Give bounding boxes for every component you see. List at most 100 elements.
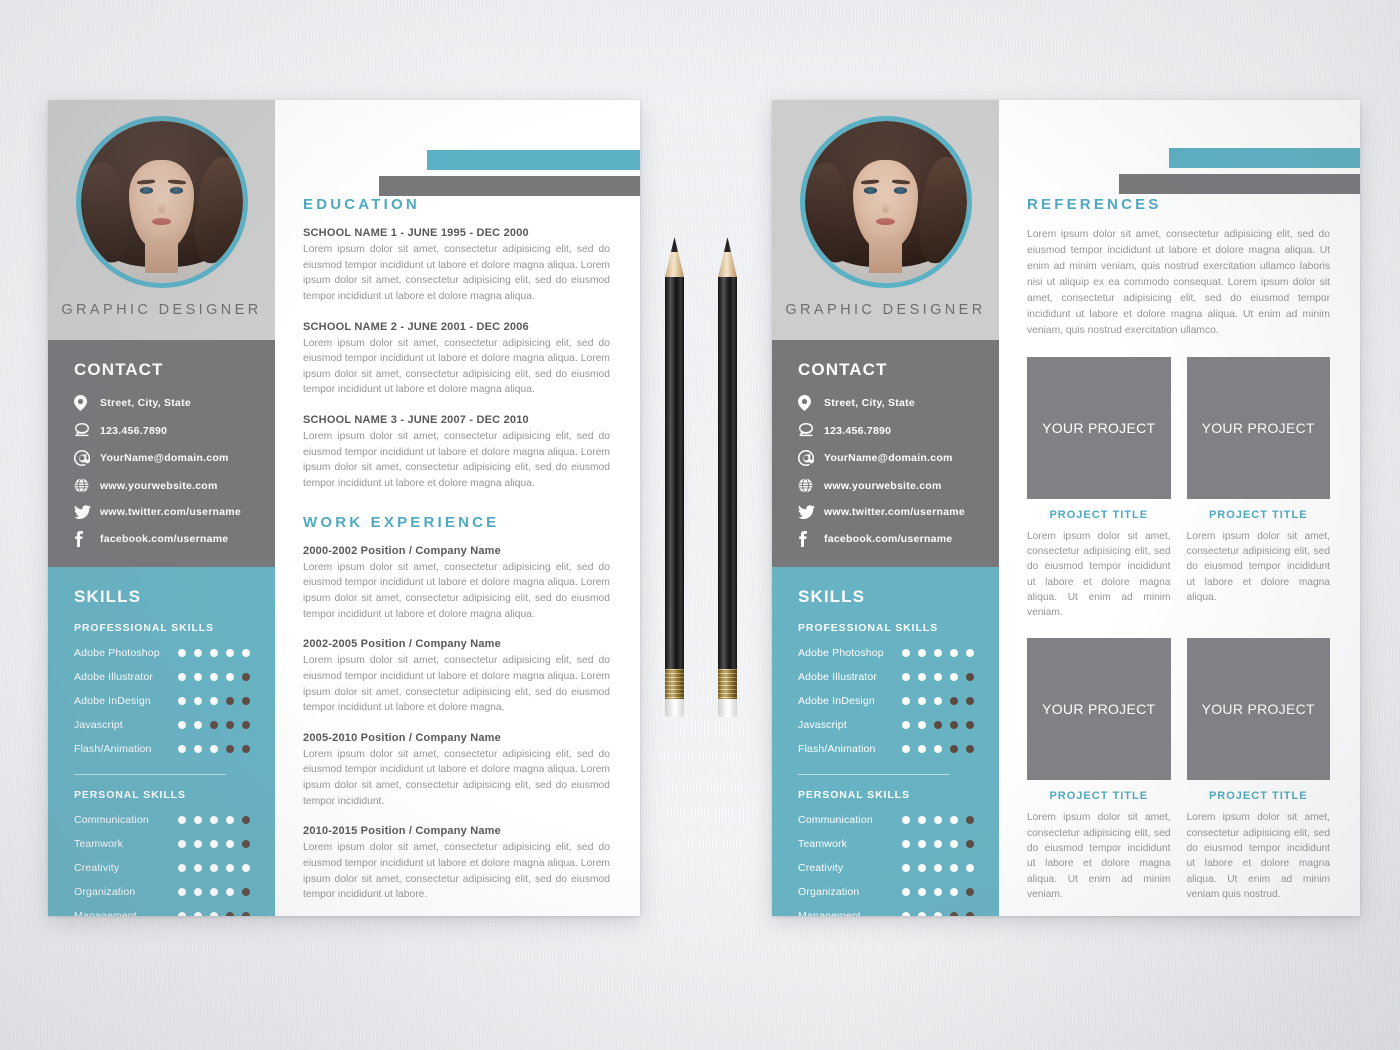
phone-icon	[74, 423, 100, 438]
rating-dot-filled	[194, 816, 202, 824]
contact-row[interactable]: www.yourwebsite.com	[74, 478, 275, 493]
skill-row: Teamwork	[74, 837, 275, 851]
contact-row[interactable]: 123.456.7890	[798, 423, 999, 438]
rating-dot-empty	[950, 721, 958, 729]
rating-dot-filled	[210, 888, 218, 896]
rating-dot-empty	[210, 721, 218, 729]
role-title-back: GRAPHIC DESIGNER	[785, 302, 986, 318]
skill-row: Management	[74, 909, 275, 916]
rating-dot-filled	[934, 816, 942, 824]
rating-dot-filled	[966, 649, 974, 657]
contact-row[interactable]: www.twitter.com/username	[798, 505, 999, 519]
resume-entry: SCHOOL NAME 1 - JUNE 1995 - DEC 2000 Lore…	[303, 227, 610, 305]
contact-value: YourName@domain.com	[824, 452, 953, 464]
personal-skills-label-back: PERSONAL SKILLS	[798, 789, 910, 801]
entry-body: Lorem ipsum dolor sit amet, consectetur …	[303, 337, 610, 396]
contact-row[interactable]: YourName@domain.com	[798, 450, 999, 466]
rating-dot-filled	[918, 888, 926, 896]
rating-dot-empty	[950, 912, 958, 916]
rating-dot-filled	[242, 864, 250, 872]
skill-name: Organization	[74, 886, 136, 898]
rating-dot-filled	[918, 649, 926, 657]
entry-title: SCHOOL NAME 2 - JUNE 2001 - DEC 2006	[303, 320, 529, 333]
skill-row: Adobe Illustrator	[798, 670, 999, 684]
photo-panel: GRAPHIC DESIGNER	[48, 100, 275, 340]
skills-block-back: SKILLS PROFESSIONAL SKILLS Adobe Photosh…	[772, 567, 999, 916]
rating-dot-filled	[902, 864, 910, 872]
project-title: PROJECT TITLE	[1208, 508, 1308, 521]
accent-bar-teal-back	[1169, 148, 1360, 168]
skill-row: Adobe Illustrator	[74, 670, 275, 684]
contact-block: CONTACT Street, City, State 123.456.7890 Y…	[48, 340, 275, 567]
project-thumbnail: YOUR PROJECT	[1027, 356, 1171, 499]
rating-dot-filled	[902, 673, 910, 681]
portrait-photo-back	[804, 121, 967, 283]
professional-skills-list: Adobe Photoshop Adobe Illustrator Adobe In…	[74, 646, 275, 756]
resume-page-front[interactable]: GRAPHIC DESIGNER CONTACT Street, City, S…	[48, 100, 640, 916]
project-thumbnail: YOUR PROJECT	[1027, 638, 1171, 781]
skill-row: Creativity	[74, 861, 275, 875]
contact-row[interactable]: 123.456.7890	[74, 423, 275, 438]
skill-row: Communication	[74, 813, 275, 827]
accent-bar-teal	[427, 150, 640, 170]
skill-rating-dots	[902, 912, 974, 916]
rating-dot-filled	[178, 745, 186, 753]
contact-row[interactable]: facebook.com/username	[798, 531, 999, 547]
location-pin-icon	[798, 395, 824, 411]
skill-rating-dots	[902, 840, 974, 848]
pencil-body	[718, 277, 737, 669]
project-card[interactable]: YOUR PROJECT PROJECT TITLE Lorem ipsum dol…	[1186, 638, 1330, 902]
skill-rating-dots	[178, 697, 250, 705]
rating-dot-empty	[226, 745, 234, 753]
twitter-icon	[74, 505, 100, 519]
contact-row[interactable]: Street, City, State	[74, 395, 275, 411]
skill-rating-dots	[902, 816, 974, 824]
contact-row[interactable]: YourName@domain.com	[74, 450, 275, 466]
contact-row[interactable]: www.yourwebsite.com	[798, 478, 999, 493]
skill-rating-dots	[178, 912, 250, 916]
skill-row: Javascript	[74, 718, 275, 732]
project-body: Lorem ipsum dolor sit amet, consectetur …	[1027, 530, 1171, 619]
contact-row[interactable]: www.twitter.com/username	[74, 505, 275, 519]
skill-name: Adobe Photoshop	[74, 647, 160, 659]
entry-title: 2002-2005 Position / Company Name	[303, 638, 501, 651]
skill-row: Flash/Animation	[798, 742, 999, 756]
skill-rating-dots	[902, 673, 974, 681]
project-title: PROJECT TITLE	[1208, 790, 1308, 803]
project-card[interactable]: YOUR PROJECT PROJECT TITLE Lorem ipsum dol…	[1186, 356, 1330, 621]
rating-dot-filled	[966, 864, 974, 872]
contact-value: Street, City, State	[100, 397, 191, 409]
rating-dot-filled	[902, 840, 910, 848]
resume-entry: 2010-2015 Position / Company Name Lorem i…	[303, 825, 610, 903]
rating-dot-filled	[902, 816, 910, 824]
rating-dot-filled	[918, 697, 926, 705]
rating-dot-filled	[226, 864, 234, 872]
resume-page-back[interactable]: GRAPHIC DESIGNER CONTACT Street, City, S…	[772, 100, 1360, 916]
pencil-ferrule	[665, 669, 684, 699]
rating-dot-filled	[950, 816, 958, 824]
rating-dot-filled	[178, 816, 186, 824]
resume-entry: SCHOOL NAME 2 - JUNE 2001 - DEC 2006 Lore…	[303, 321, 610, 399]
skill-name: Javascript	[74, 719, 123, 731]
rating-dot-filled	[902, 912, 910, 916]
rating-dot-filled	[902, 888, 910, 896]
rating-dot-empty	[242, 816, 250, 824]
rating-dot-filled	[902, 745, 910, 753]
entry-body: Lorem ipsum dolor sit amet, consectetur …	[303, 842, 610, 901]
rating-dot-empty	[226, 697, 234, 705]
contact-value: facebook.com/username	[100, 533, 229, 545]
rating-dot-empty	[242, 697, 250, 705]
contact-row[interactable]: Street, City, State	[798, 395, 999, 411]
at-sign-icon	[74, 450, 100, 466]
pencil-right	[718, 237, 737, 717]
skills-heading-back: SKILLS	[798, 587, 866, 606]
project-card[interactable]: YOUR PROJECT PROJECT TITLE Lorem ipsum dol…	[1027, 638, 1171, 902]
skills-divider	[74, 774, 226, 775]
contact-value: Street, City, State	[824, 397, 915, 409]
project-card[interactable]: YOUR PROJECT PROJECT TITLE Lorem ipsum dol…	[1027, 356, 1171, 621]
skill-name: Teamwork	[74, 838, 124, 850]
skills-block: SKILLS PROFESSIONAL SKILLS Adobe Photosh…	[48, 567, 275, 916]
contact-row[interactable]: facebook.com/username	[74, 531, 275, 547]
entry-title: SCHOOL NAME 1 - JUNE 1995 - DEC 2000	[303, 227, 529, 239]
rating-dot-empty	[242, 888, 250, 896]
